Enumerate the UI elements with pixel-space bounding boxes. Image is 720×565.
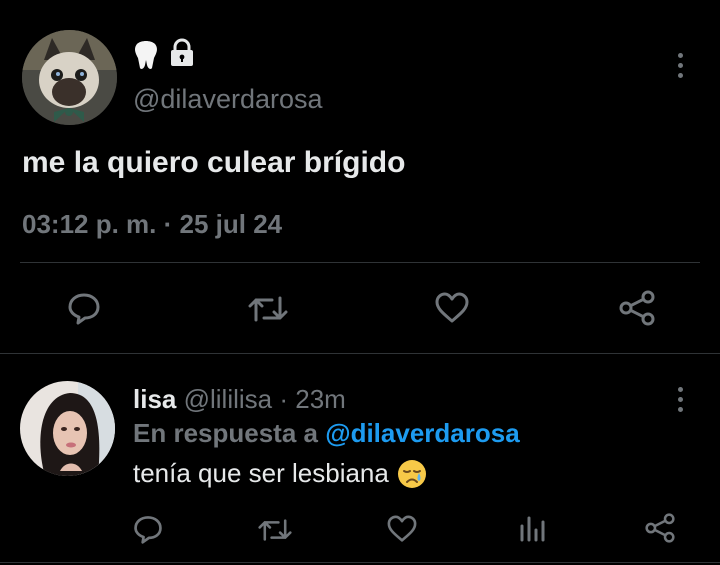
reply-header: lisa @lililisa · 23m [133,384,346,415]
retweet-icon[interactable] [258,515,292,545]
reply-author-handle[interactable]: @lililisa [184,384,273,414]
more-options-icon[interactable] [678,387,684,412]
author-avatar[interactable] [22,30,117,125]
divider [20,262,700,263]
reply-icon[interactable] [66,290,102,326]
retweet-icon[interactable] [248,292,288,326]
tooth-icon [133,40,159,70]
author-handle[interactable]: @dilaverdarosa [133,84,323,115]
reply-author-name[interactable]: lisa [133,384,176,414]
share-icon[interactable] [618,290,656,326]
tweet-text: me la quiero culear brígido [22,146,406,179]
like-icon[interactable] [434,292,470,324]
more-options-icon[interactable] [678,53,684,78]
reply-avatar[interactable] [20,381,115,476]
reply-text-row: tenía que ser lesbiana [133,458,427,489]
like-icon[interactable] [386,515,418,543]
divider [0,562,720,563]
reply-text: tenía que ser lesbiana [133,458,389,488]
reply-icon[interactable] [132,513,164,545]
reply-time[interactable]: · 23m [279,384,345,414]
divider [0,353,720,354]
in-reply-handle[interactable]: @dilaverdarosa [325,418,519,448]
lock-icon [167,38,197,68]
in-reply-to: En respuesta a @dilaverdarosa [133,418,520,449]
share-icon[interactable] [644,513,676,543]
sad-face-emoji [397,459,427,489]
tweet-timestamp[interactable]: 03:12 p. m. · 25 jul 24 [22,209,282,240]
in-reply-prefix: En respuesta a [133,418,318,448]
views-icon[interactable] [518,512,546,542]
